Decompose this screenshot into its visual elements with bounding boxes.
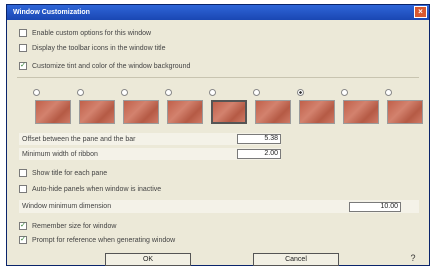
swatch-radio[interactable] xyxy=(341,89,348,96)
width-input[interactable]: 2.00 xyxy=(237,149,281,159)
checkbox-pane-title[interactable] xyxy=(19,169,27,177)
checkbox-remember-size[interactable]: ✓ xyxy=(19,222,27,230)
swatch-radio[interactable] xyxy=(253,89,260,96)
checkbox-label: Auto-hide panels when window is inactive xyxy=(32,185,162,193)
checkbox-toolbar-icons[interactable] xyxy=(19,44,27,52)
help-icon[interactable]: ? xyxy=(407,252,419,264)
color-swatch[interactable] xyxy=(79,100,115,124)
color-swatch[interactable] xyxy=(299,100,335,124)
width-label: Minimum width of ribbon xyxy=(22,150,98,158)
swatch-radio-selected[interactable] xyxy=(297,89,304,96)
swatch-row xyxy=(35,100,431,124)
color-swatch[interactable] xyxy=(35,100,71,124)
color-swatch[interactable] xyxy=(167,100,203,124)
swatch-radio-group xyxy=(33,89,429,96)
color-swatch[interactable] xyxy=(343,100,379,124)
checkbox-row-autohide[interactable]: Auto-hide panels when window is inactive xyxy=(19,183,161,195)
checkbox-row-pane-title[interactable]: Show title for each pane xyxy=(19,167,107,179)
checkbox-row-prompt-reference[interactable]: ✓ Prompt for reference when generating w… xyxy=(19,234,175,246)
title-bar: Window Customization × xyxy=(7,5,429,20)
checkbox-row-toolbar-icons[interactable]: Display the toolbar icons in the window … xyxy=(19,42,165,54)
checkbox-enable-options[interactable] xyxy=(19,29,27,37)
swatch-radio[interactable] xyxy=(121,89,128,96)
min-size-input[interactable]: 10.00 xyxy=(349,201,401,212)
min-size-row: Window minimum dimension 10.00 xyxy=(19,200,419,213)
checkbox-prompt-reference[interactable]: ✓ xyxy=(19,236,27,244)
checkbox-label: Prompt for reference when generating win… xyxy=(32,236,176,244)
offset-input[interactable]: 5.38 xyxy=(237,134,281,144)
checkbox-row-tint[interactable]: ✓ Customize tint and color of the window… xyxy=(19,60,190,72)
checkbox-label: Remember size for window xyxy=(32,222,117,230)
checkbox-label: Enable custom options for this window xyxy=(32,29,152,37)
swatch-radio[interactable] xyxy=(165,89,172,96)
checkbox-label: Customize tint and color of the window b… xyxy=(32,62,191,70)
swatch-radio[interactable] xyxy=(33,89,40,96)
checkbox-tint[interactable]: ✓ xyxy=(19,62,27,70)
width-field-row: Minimum width of ribbon 2.00 xyxy=(19,148,281,160)
dialog-title: Window Customization xyxy=(13,9,90,16)
offset-field-row: Offset between the pane and the bar 5.38 xyxy=(19,133,281,145)
offset-label: Offset between the pane and the bar xyxy=(22,135,136,143)
swatch-radio[interactable] xyxy=(385,89,392,96)
cancel-button[interactable]: Cancel xyxy=(253,253,339,266)
checkbox-label: Display the toolbar icons in the window … xyxy=(32,44,166,52)
color-swatch[interactable] xyxy=(123,100,159,124)
color-swatch[interactable] xyxy=(387,100,423,124)
color-swatch-selected[interactable] xyxy=(211,100,247,124)
ok-button[interactable]: OK xyxy=(105,253,191,266)
close-button[interactable]: × xyxy=(414,6,427,18)
checkbox-row-enable-options[interactable]: Enable custom options for this window xyxy=(19,27,151,39)
separator xyxy=(17,77,419,78)
checkbox-label: Show title for each pane xyxy=(32,169,108,177)
customization-dialog: Window Customization × Enable custom opt… xyxy=(6,4,430,266)
min-size-label: Window minimum dimension xyxy=(22,203,112,210)
checkbox-row-remember-size[interactable]: ✓ Remember size for window xyxy=(19,220,116,232)
swatch-radio[interactable] xyxy=(209,89,216,96)
checkbox-autohide[interactable] xyxy=(19,185,27,193)
swatch-radio[interactable] xyxy=(77,89,84,96)
color-swatch[interactable] xyxy=(255,100,291,124)
